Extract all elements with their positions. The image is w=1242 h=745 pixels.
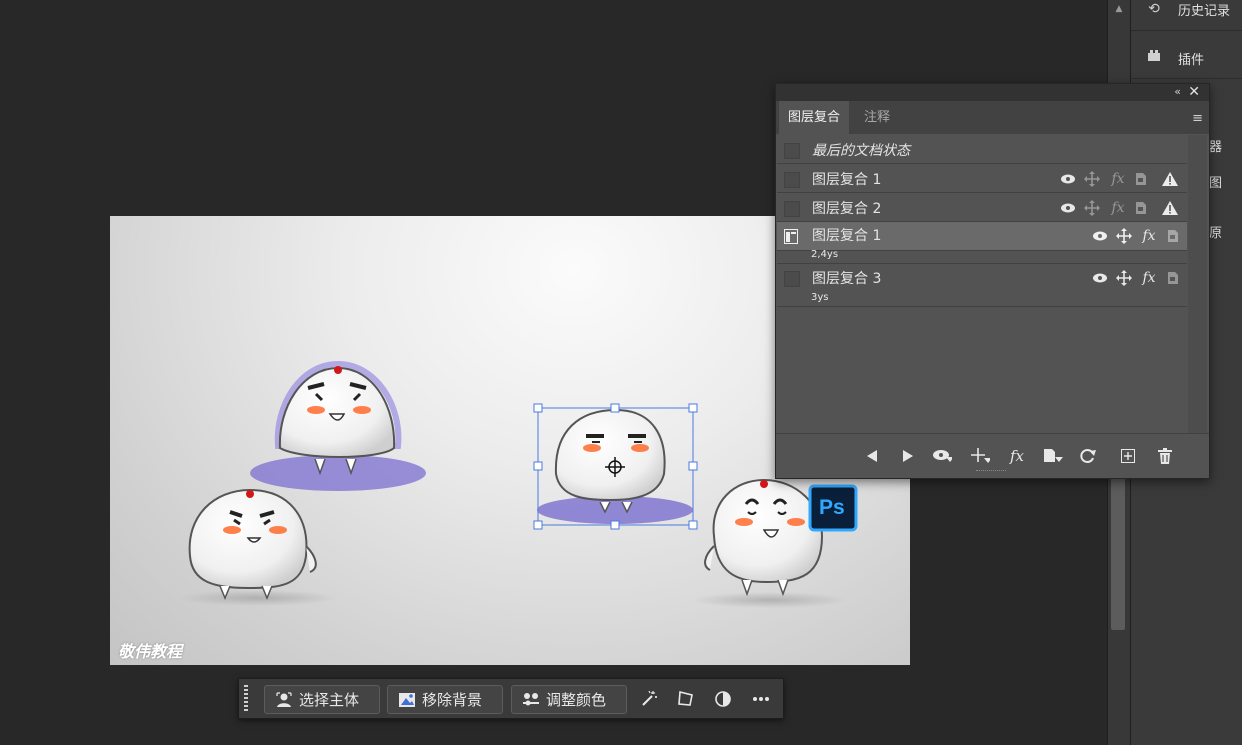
comp-name: 最后的文档状态	[812, 143, 910, 159]
comp-name: 图层复合 1	[812, 228, 882, 244]
apply-checkbox[interactable]	[784, 271, 800, 287]
fx-icon[interactable]: fx	[1140, 269, 1158, 287]
new-comp-button[interactable]	[1118, 446, 1138, 466]
select-subject-button[interactable]: 选择主体	[264, 685, 380, 714]
document-icon[interactable]	[1164, 269, 1182, 287]
character-selected[interactable]	[533, 403, 698, 530]
remove-background-button[interactable]: 移除背景	[387, 685, 503, 714]
previous-comp-button[interactable]	[862, 446, 882, 466]
history-icon: ⟲	[1148, 1, 1160, 17]
visibility-icon[interactable]	[1091, 227, 1109, 245]
apply-checkbox[interactable]	[784, 143, 800, 159]
remove-background-label: 移除背景	[422, 691, 483, 709]
fx-icon[interactable]: fx	[1140, 227, 1158, 245]
drag-handle-icon[interactable]	[244, 685, 248, 713]
dock-partial-label[interactable]: 图	[1209, 172, 1222, 191]
character-angry	[250, 360, 426, 491]
position-icon[interactable]	[1083, 199, 1101, 217]
select-subject-label: 选择主体	[299, 691, 360, 709]
magic-wand-icon[interactable]	[639, 689, 659, 709]
position-icon[interactable]	[1083, 170, 1101, 188]
adjust-color-icon	[522, 692, 540, 708]
fx-icon[interactable]: fx	[1109, 170, 1127, 188]
update-visibility-button[interactable]	[932, 446, 952, 466]
select-subject-icon	[275, 691, 293, 708]
document-icon[interactable]	[1132, 170, 1150, 188]
contrast-icon[interactable]	[713, 689, 733, 709]
tab-layer-comps[interactable]: 图层复合	[779, 101, 850, 134]
tab-notes[interactable]: 注释	[855, 101, 899, 134]
comp-description: 3ys	[811, 292, 829, 303]
layer-comps-panel: « ✕ 图层复合 注释 ≡ 最后的文档状态 图层复合 1 fx 图层复合 2 f…	[775, 83, 1210, 479]
collapse-icon[interactable]: «	[1174, 85, 1181, 98]
list-item-last-document-state[interactable]: 最后的文档状态	[777, 135, 1187, 164]
visibility-icon[interactable]	[1059, 170, 1077, 188]
list-item-comp[interactable]: 图层复合 2 fx	[777, 193, 1187, 222]
update-selected-button[interactable]	[1043, 446, 1063, 466]
next-comp-button[interactable]	[898, 446, 918, 466]
adjust-color-label: 调整颜色	[546, 691, 607, 709]
applied-comp-icon[interactable]	[784, 229, 798, 248]
dock-scroll-thumb[interactable]	[1111, 468, 1125, 630]
list-item-comp-selected[interactable]: 图层复合 1 fx	[777, 222, 1187, 251]
panel-scrollbar[interactable]	[1188, 135, 1207, 433]
list-item-comp[interactable]: 图层复合 3 fx 3ys	[777, 264, 1187, 307]
dock-item-history-label: 历史记录	[1178, 3, 1231, 19]
dock-partial-label[interactable]: 器	[1209, 136, 1222, 155]
image-icon	[398, 692, 416, 708]
trash-icon[interactable]	[1155, 446, 1175, 466]
apply-checkbox[interactable]	[784, 172, 800, 188]
dock-partial-label[interactable]: 原	[1209, 222, 1222, 241]
document-icon[interactable]	[1164, 227, 1182, 245]
panel-titlebar[interactable]: « ✕	[776, 84, 1209, 101]
contextual-task-bar: 选择主体 移除背景 调整颜色	[238, 678, 784, 719]
update-position-button[interactable]	[970, 446, 990, 466]
comp-description: 2,4ys	[811, 249, 839, 260]
position-icon[interactable]	[1115, 227, 1133, 245]
plugin-icon	[1144, 50, 1164, 66]
panel-tabs: 图层复合 注释 ≡	[776, 101, 1209, 134]
panel-menu-icon[interactable]: ≡	[1192, 111, 1203, 126]
document-icon[interactable]	[1132, 199, 1150, 217]
position-icon[interactable]	[1115, 269, 1133, 287]
comp-name: 图层复合 1	[812, 172, 882, 188]
transform-icon[interactable]	[676, 689, 696, 709]
dock-item-history[interactable]: ⟲ 历史记录	[1131, 0, 1242, 31]
comp-name: 图层复合 3	[812, 271, 882, 287]
dock-item-plugins-label: 插件	[1178, 52, 1205, 68]
watermark: 敬伟教程	[118, 642, 183, 661]
warning-icon[interactable]	[1161, 170, 1179, 188]
warning-icon[interactable]	[1161, 199, 1179, 217]
refresh-icon[interactable]	[1078, 446, 1098, 466]
update-appearance-button[interactable]: fx	[1007, 446, 1027, 466]
comp-name: 图层复合 2	[812, 201, 882, 217]
close-icon[interactable]: ✕	[1188, 84, 1200, 100]
comp-description-row: 2,4ys	[777, 249, 1187, 264]
visibility-icon[interactable]	[1091, 269, 1109, 287]
list-item-comp[interactable]: 图层复合 1 fx	[777, 164, 1187, 193]
apply-checkbox[interactable]	[784, 201, 800, 217]
adjust-color-button[interactable]: 调整颜色	[511, 685, 627, 714]
photoshop-badge-text: Ps	[819, 496, 845, 519]
more-options-icon[interactable]	[751, 689, 771, 709]
fx-icon[interactable]: fx	[1109, 199, 1127, 217]
character-smirk	[178, 488, 338, 606]
visibility-icon[interactable]	[1059, 199, 1077, 217]
panel-resize-handle[interactable]	[976, 470, 1006, 473]
scroll-up-icon[interactable]: ▲	[1114, 4, 1124, 14]
dock-item-plugins[interactable]: 插件	[1131, 38, 1242, 79]
